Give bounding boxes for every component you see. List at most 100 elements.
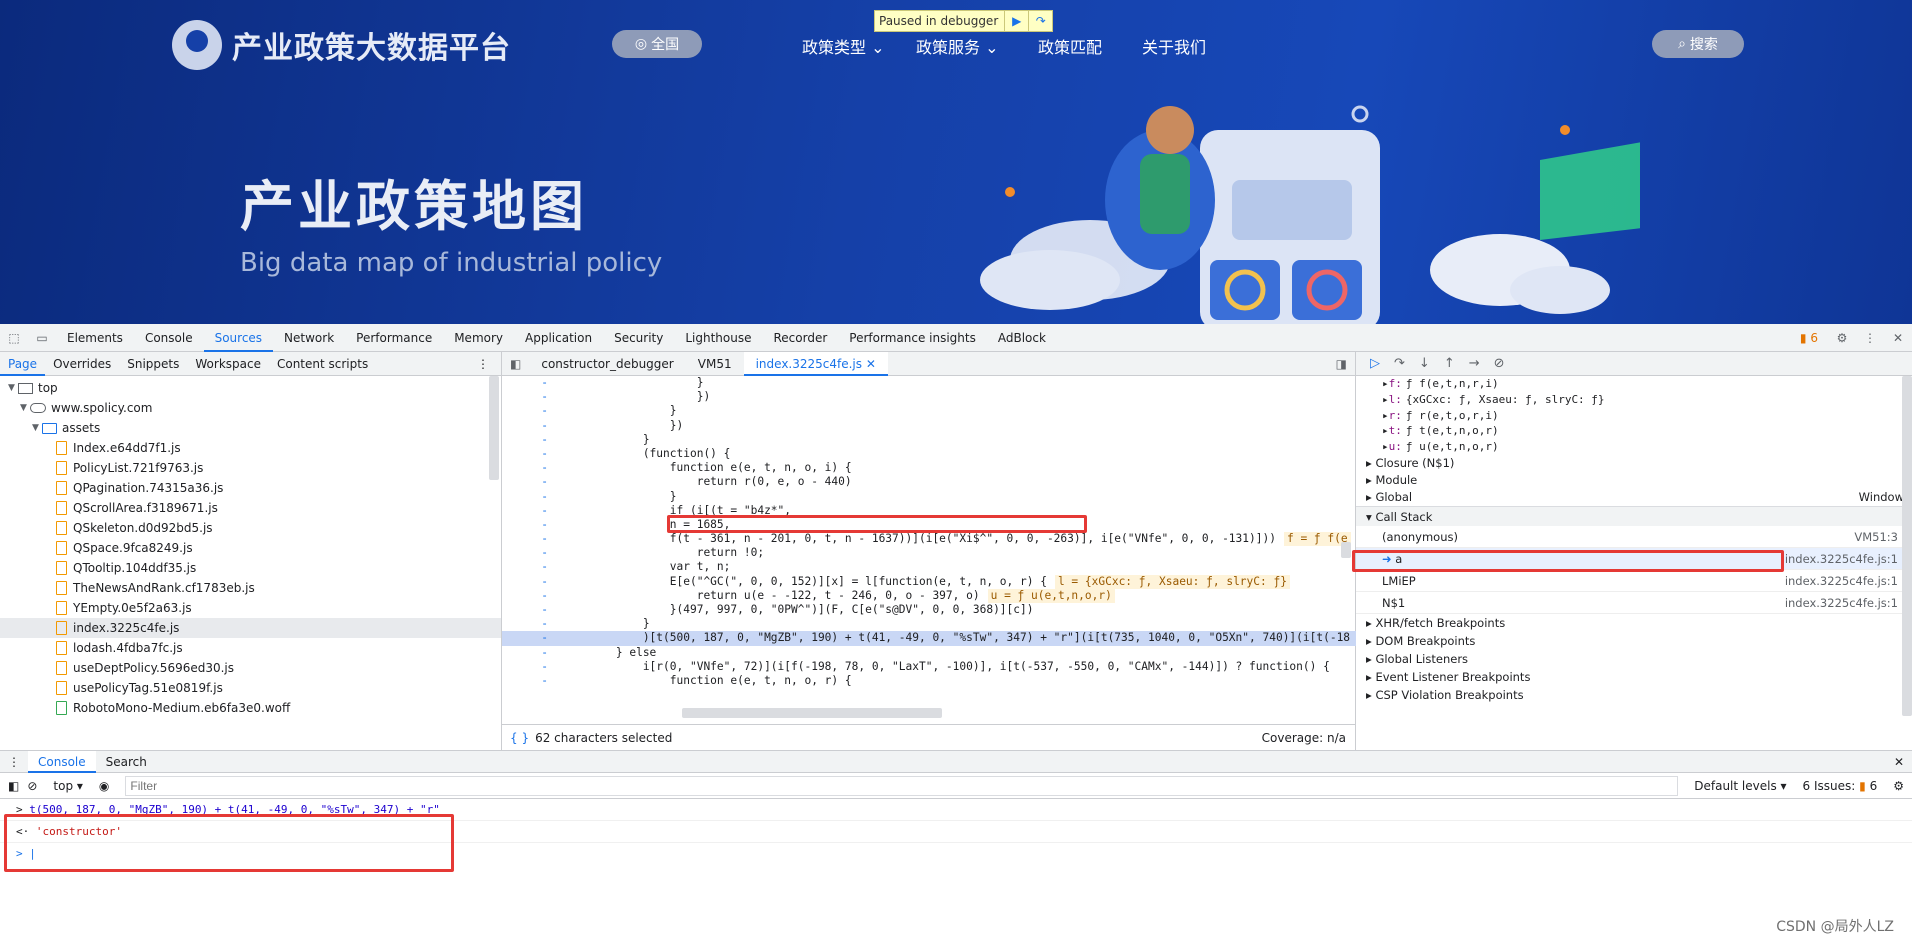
toggle-debugger-icon[interactable]: ◨ [1328,357,1355,371]
site-logo[interactable]: 产业政策大数据平台 [172,20,511,70]
line-gutter[interactable]: - [502,589,562,603]
line-gutter[interactable]: - [502,461,562,475]
call-frame[interactable]: LMiEP index.3225c4fe.js:1 [1356,570,1912,592]
tree-file-item[interactable]: lodash.4fdba7fc.js [0,638,501,658]
tab-performance-insights[interactable]: Performance insights [838,324,987,352]
clear-console-icon[interactable]: ⊘ [27,779,37,793]
site-search-button[interactable]: ⌕ 搜索 [1652,30,1744,58]
tree-file-item[interactable]: QPagination.74315a36.js [0,478,501,498]
resume-icon[interactable]: ▷ [1370,356,1380,371]
line-gutter[interactable]: - [502,660,562,674]
sidebar-toggle-icon[interactable]: ◧ [8,779,19,793]
tab-page[interactable]: Page [0,352,46,376]
code-line[interactable]: - return r(0, e, o - 440) [502,475,1356,489]
tab-performance[interactable]: Performance [345,324,443,352]
drawer-tab-search[interactable]: Search [96,751,157,773]
tree-file-item[interactable]: QTooltip.104ddf35.js [0,558,501,578]
code-line[interactable]: - function e(e, t, n, o, r) { [502,674,1356,688]
code-line[interactable]: - (function() { [502,447,1356,461]
code-line[interactable]: - } [502,490,1356,504]
nav-policy-types[interactable]: 政策类型 ⌄ [802,34,885,58]
scope-global[interactable]: ▸ Global Window [1356,489,1912,506]
scope-module[interactable]: ▸ Module [1356,472,1912,489]
tree-file-item[interactable]: RobotoMono-Medium.eb6fa3e0.woff [0,698,501,718]
tree-item-assets[interactable]: ▼ assets [0,418,501,438]
code-line[interactable]: - i[r(0, "VNfe", 72)](i[f(-198, 78, 0, "… [502,660,1356,674]
console-settings-gear-icon[interactable]: ⚙ [1893,779,1912,793]
tab-lighthouse[interactable]: Lighthouse [674,324,762,352]
tree-file-item[interactable]: TheNewsAndRank.cf1783eb.js [0,578,501,598]
call-frame[interactable]: N$1 index.3225c4fe.js:1 [1356,592,1912,614]
line-gutter[interactable]: - [502,475,562,489]
code-line[interactable]: - } [502,376,1356,390]
scope-variable[interactable]: ▸ r: ƒ r(e,t,o,r,i) [1356,408,1912,424]
device-toolbar-icon[interactable]: ▭ [28,324,56,352]
line-gutter[interactable]: - [502,404,562,418]
line-gutter[interactable]: - [502,546,562,560]
tab-adblock[interactable]: AdBlock [987,324,1057,352]
console-filter-input[interactable] [125,775,1679,796]
line-gutter[interactable]: - [502,490,562,504]
tree-file-item[interactable]: QSkeleton.d0d92bd5.js [0,518,501,538]
nav-policy-matching[interactable]: 政策匹配 [1038,34,1102,58]
nav-policy-services[interactable]: 政策服务 ⌄ [916,34,999,58]
line-gutter[interactable]: - [502,433,562,447]
scope-closure[interactable]: ▸ Closure (N$1) [1356,455,1912,472]
tab-security[interactable]: Security [603,324,674,352]
line-gutter[interactable]: - [502,390,562,404]
tree-file-item[interactable]: YEmpty.0e5f2a63.js [0,598,501,618]
file-tab-constructor-debugger[interactable]: constructor_debugger [529,352,685,376]
file-tab-vm51[interactable]: VM51 [686,352,744,376]
line-gutter[interactable]: - [502,575,562,589]
call-frame-location[interactable]: VM51:3 [1854,526,1898,547]
code-line[interactable]: - }(497, 997, 0, "0PW^")](F, C[e("s@DV",… [502,603,1356,617]
inspect-element-icon[interactable]: ⬚ [0,324,28,352]
line-gutter[interactable]: - [502,419,562,433]
tab-application[interactable]: Application [514,324,603,352]
call-frame-location[interactable]: index.3225c4fe.js:1 [1785,570,1898,591]
toggle-navigator-icon[interactable]: ◧ [502,357,529,371]
editor-vertical-scrollbar[interactable] [1341,542,1351,558]
tab-overrides[interactable]: Overrides [45,352,119,376]
context-selector[interactable]: top ▾ [45,779,91,793]
tree-item-domain[interactable]: ▼ www.spolicy.com [0,398,501,418]
step-over-button[interactable]: ↷ [1028,11,1052,31]
code-line[interactable]: - function e(e, t, n, o, i) { [502,461,1356,475]
call-frame-location[interactable]: index.3225c4fe.js:1 [1785,548,1898,569]
close-devtools-icon[interactable]: ✕ [1884,324,1912,352]
tab-sources[interactable]: Sources [203,324,274,352]
close-tab-icon[interactable]: ✕ [866,357,876,371]
drawer-menu-icon[interactable]: ⋮ [0,755,28,769]
code-line[interactable]: - return u(e - -122, t - 246, 0, o - 397… [502,588,1356,603]
close-drawer-icon[interactable]: ✕ [1886,755,1912,769]
pretty-print-icon[interactable]: { } [502,731,535,745]
breakpoint-section[interactable]: ▸ XHR/fetch Breakpoints [1356,614,1912,632]
code-lines[interactable]: - } - }) - } - }) - } - (function() {- functi… [502,376,1356,704]
more-options-icon[interactable]: ⋮ [1856,324,1884,352]
tab-elements[interactable]: Elements [56,324,134,352]
code-line[interactable]: - f(t - 361, n - 201, 0, t, n - 1637))](… [502,532,1356,547]
code-line[interactable]: - return !0; [502,546,1356,560]
tree-file-item[interactable]: usePolicyTag.51e0819f.js [0,678,501,698]
code-line[interactable]: - )[t(500, 187, 0, "MgZB", 190) + t(41, … [502,631,1356,646]
line-gutter[interactable]: - [502,518,562,532]
step-into-icon[interactable]: ↓ [1419,356,1430,371]
sidebar-scrollbar[interactable] [1902,376,1912,716]
tab-content-scripts[interactable]: Content scripts [269,352,376,376]
region-selector-button[interactable]: ◎ 全国 [612,30,702,58]
drawer-tab-console[interactable]: Console [28,750,96,773]
scope-variable[interactable]: ▸ f: ƒ f(e,t,n,r,i) [1356,376,1912,392]
tab-console[interactable]: Console [134,324,204,352]
tab-memory[interactable]: Memory [443,324,514,352]
tree-file-item[interactable]: QScrollArea.f3189671.js [0,498,501,518]
tree-file-item[interactable]: QSpace.9fca8249.js [0,538,501,558]
navigator-scrollbar[interactable] [489,376,499,480]
line-gutter[interactable]: - [502,532,562,546]
file-tab-index-js[interactable]: index.3225c4fe.js ✕ [743,351,888,376]
code-line[interactable]: - } [502,617,1356,631]
settings-gear-icon[interactable]: ⚙ [1828,324,1856,352]
line-gutter[interactable]: - [502,603,562,617]
issues-badge[interactable]: ▮ 6 [1790,331,1828,345]
code-line[interactable]: - } [502,433,1356,447]
resume-button[interactable]: ▶ [1004,11,1028,31]
